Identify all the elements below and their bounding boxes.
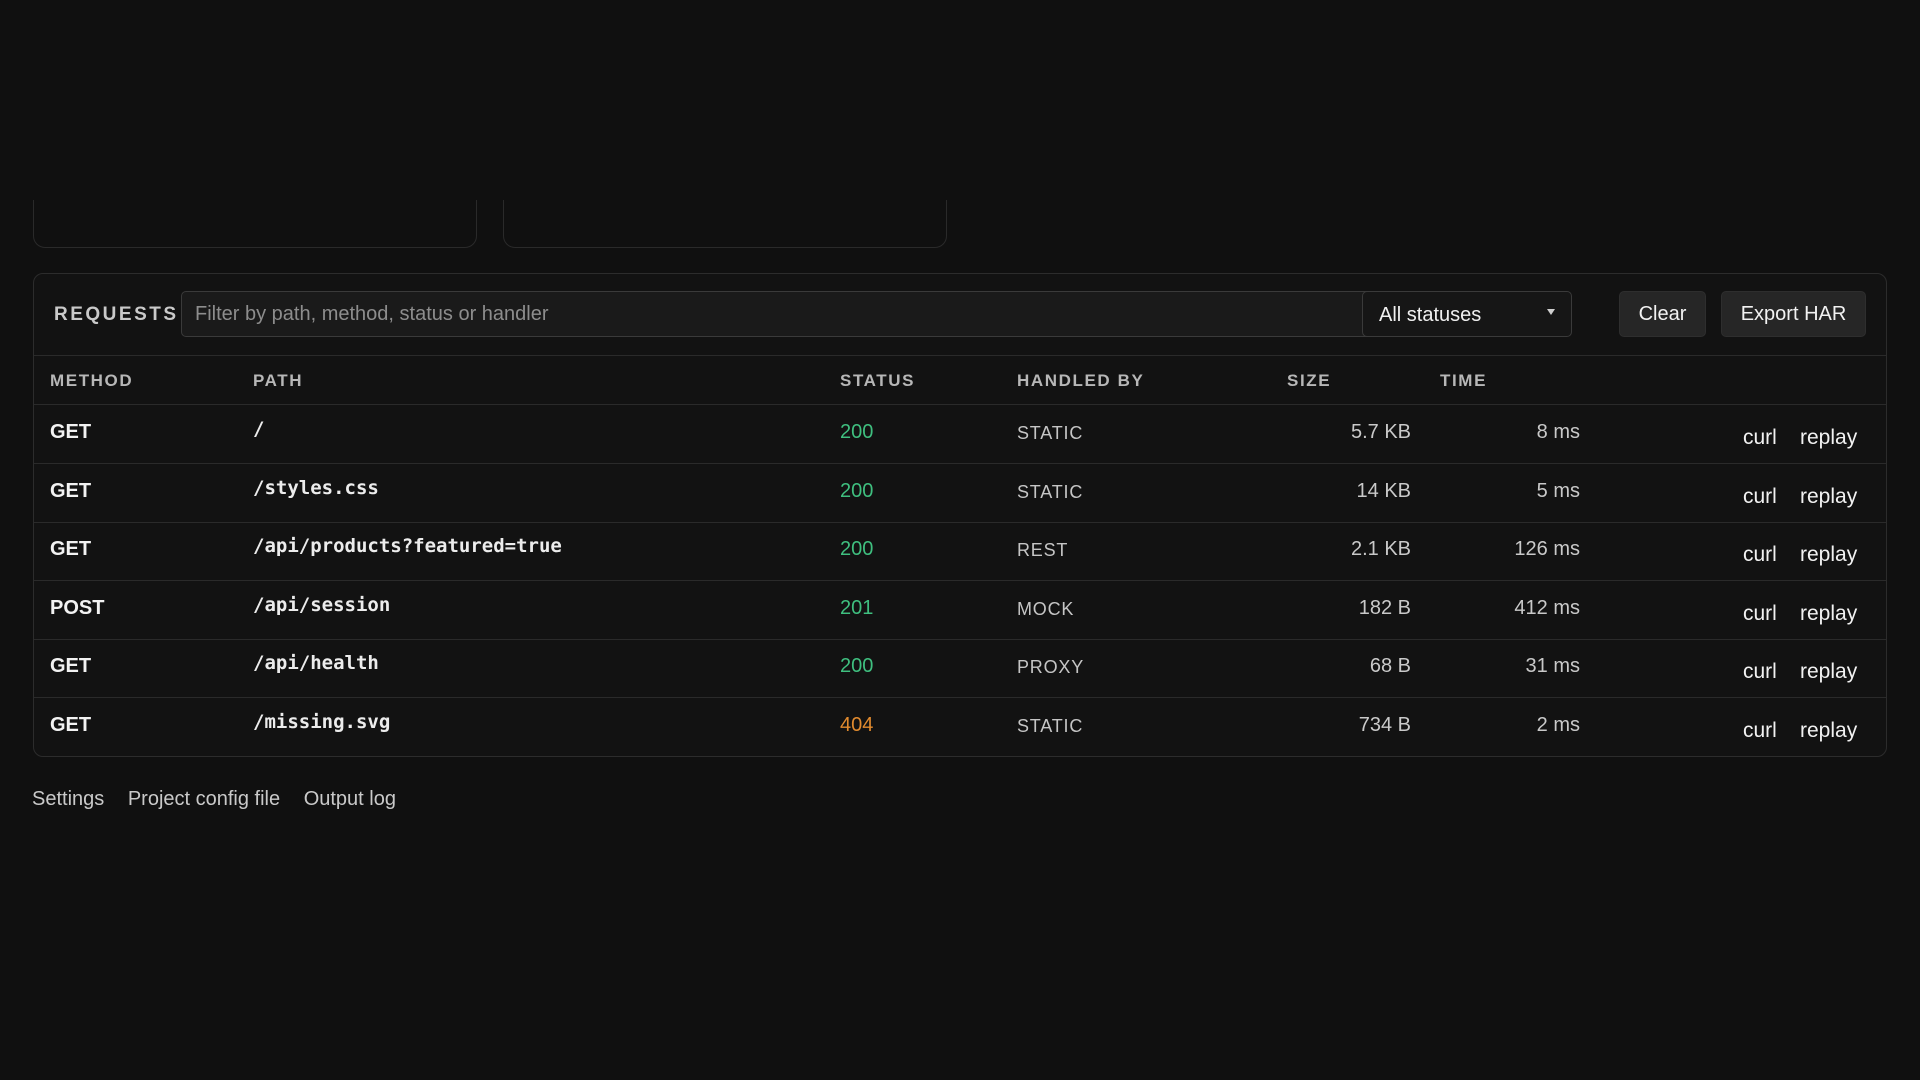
table-row[interactable]: GET/missing.svg 404 STATIC 734 B 2 ms curl rep…	[34, 698, 1886, 756]
path-cell: /api/products?featured=true	[253, 535, 562, 557]
size-cell: 5.7 KB	[1350, 421, 1411, 443]
requests-toolbar: REQUESTS All statuses Clear Export HAR	[34, 274, 1886, 356]
method-cell: GET	[50, 479, 92, 502]
size-cell: 734 B	[1358, 713, 1411, 736]
requests-panel: REQUESTS All statuses Clear Export HAR M…	[33, 273, 1887, 757]
time-cell: 126 ms	[1514, 538, 1580, 560]
method-cell: GET	[50, 655, 92, 677]
status-cell: 200	[840, 655, 874, 677]
replay-button[interactable]: replay	[1800, 485, 1857, 509]
handled-by-cell: STATIC	[1017, 481, 1084, 502]
status-filter-select[interactable]: All statuses	[1362, 291, 1572, 337]
handled-by-cell: STATIC	[1017, 423, 1084, 443]
table-row[interactable]: GET/api/products?featured=true 200 REST 2.1…	[34, 522, 1886, 581]
table-row[interactable]: GET/api/health 200 PROXY 68 B 31 ms curl repla…	[34, 639, 1886, 698]
column-header-status: STATUS	[840, 371, 916, 390]
project-config-link[interactable]: Project config file	[128, 788, 280, 810]
column-header-size: SIZE	[1287, 371, 1332, 390]
settings-link[interactable]: Settings	[32, 788, 104, 810]
clear-button[interactable]: Clear	[1619, 291, 1706, 337]
status-cell: 201	[840, 596, 874, 619]
method-cell: GET	[50, 421, 92, 443]
time-cell: 8 ms	[1536, 421, 1580, 443]
curl-button[interactable]: curl	[1743, 719, 1777, 743]
time-cell: 2 ms	[1536, 713, 1580, 736]
column-header-path: PATH	[253, 371, 304, 390]
column-header-time: TIME	[1440, 371, 1488, 390]
replay-button[interactable]: replay	[1800, 719, 1857, 743]
replay-button[interactable]: replay	[1800, 660, 1857, 684]
path-cell: /api/session	[253, 593, 391, 616]
status-cell: 404	[840, 713, 874, 736]
path-cell: /	[253, 418, 265, 440]
output-log-link[interactable]: Output log	[304, 788, 396, 810]
panel-title: REQUESTS	[54, 304, 179, 325]
handled-by-cell: MOCK	[1017, 598, 1075, 619]
table-header: METHOD PATH STATUS HANDLED BY SIZE TIME	[34, 355, 1886, 405]
replay-button[interactable]: replay	[1800, 602, 1857, 626]
size-cell: 14 KB	[1356, 479, 1411, 502]
table-row[interactable]: GET/styles.css 200 STATIC 14 KB 5 ms curl repl…	[34, 464, 1886, 523]
method-cell: POST	[50, 596, 105, 619]
filter-input[interactable]	[181, 291, 1381, 337]
table-row[interactable]: POST/api/session 201 MOCK 182 B 412 ms curl re…	[34, 581, 1886, 640]
footer-links: Settings Project config file Output log	[32, 788, 414, 811]
time-cell: 31 ms	[1525, 655, 1580, 677]
replay-button[interactable]: replay	[1800, 543, 1857, 567]
export-har-button[interactable]: Export HAR	[1721, 291, 1866, 337]
curl-button[interactable]: curl	[1743, 485, 1777, 509]
status-cell: 200	[840, 538, 874, 560]
collapsed-card-right	[503, 200, 947, 248]
replay-button[interactable]: replay	[1800, 426, 1857, 450]
size-cell: 182 B	[1358, 596, 1411, 619]
time-cell: 5 ms	[1536, 479, 1580, 502]
method-cell: GET	[50, 538, 92, 560]
path-cell: /missing.svg	[253, 710, 391, 733]
size-cell: 68 B	[1369, 655, 1411, 677]
handled-by-cell: REST	[1017, 540, 1069, 560]
curl-button[interactable]: curl	[1743, 602, 1777, 626]
table-row[interactable]: GET / 200 STATIC 5.7 KB 8 ms curl replay	[34, 405, 1886, 464]
curl-button[interactable]: curl	[1743, 660, 1777, 684]
curl-button[interactable]: curl	[1743, 426, 1777, 450]
handled-by-cell: PROXY	[1017, 657, 1085, 677]
status-cell: 200	[840, 421, 874, 443]
handled-by-cell: STATIC	[1017, 715, 1084, 736]
path-cell: /styles.css	[253, 476, 379, 499]
chevron-down-icon	[1547, 309, 1555, 315]
status-cell: 200	[840, 479, 874, 502]
column-header-method: METHOD	[50, 371, 134, 390]
time-cell: 412 ms	[1514, 596, 1580, 619]
status-filter-value: All statuses	[1379, 304, 1482, 326]
size-cell: 2.1 KB	[1350, 538, 1411, 560]
column-header-handled-by: HANDLED BY	[1017, 371, 1145, 390]
method-cell: GET	[50, 713, 92, 736]
collapsed-card-left	[33, 200, 477, 248]
curl-button[interactable]: curl	[1743, 543, 1777, 567]
path-cell: /api/health	[253, 652, 379, 674]
